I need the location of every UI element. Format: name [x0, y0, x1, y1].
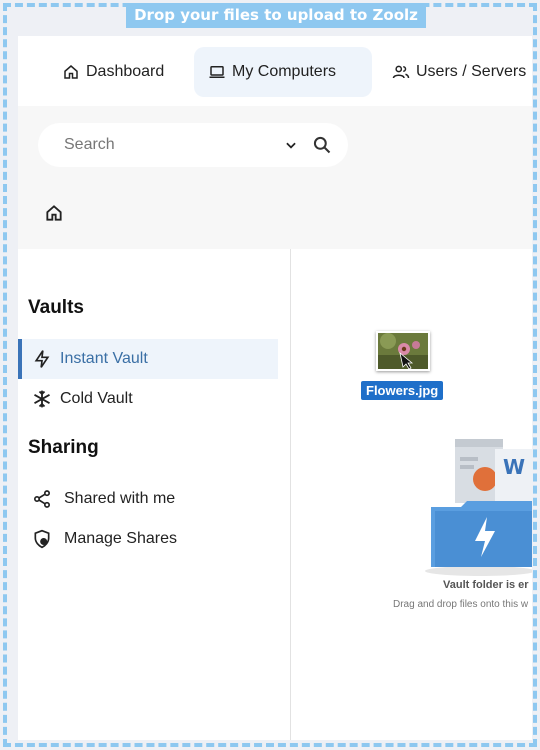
search-area: [18, 106, 532, 249]
sidebar-item-label: Manage Shares: [64, 530, 177, 547]
search-box: [38, 123, 348, 167]
sidebar-item-shared-with-me[interactable]: Shared with me: [18, 479, 278, 519]
dragged-file-thumbnail: [376, 331, 430, 371]
dragged-file-name: Flowers.jpg: [361, 381, 444, 400]
tab-my-computers-label: My Computers: [232, 63, 337, 80]
share-icon: [34, 490, 50, 508]
sidebar-item-label: Instant Vault: [60, 350, 148, 367]
sidebar-item-instant-vault[interactable]: Instant Vault: [18, 339, 278, 379]
sidebar-item-cold-vault[interactable]: Cold Vault: [18, 379, 278, 419]
sidebar-item-manage-shares[interactable]: Manage Shares: [18, 519, 278, 559]
flower-image: [378, 333, 428, 369]
users-icon: [392, 65, 410, 79]
laptop-icon: [209, 66, 225, 78]
search-icon[interactable]: [312, 135, 332, 155]
sidebar-item-label: Cold Vault: [60, 390, 133, 407]
empty-state-title: Vault folder is er: [443, 579, 529, 591]
shield-icon: [34, 529, 50, 549]
tab-users-servers[interactable]: Users / Servers: [378, 47, 532, 97]
chevron-down-icon[interactable]: [284, 138, 298, 152]
sharing-title: Sharing: [28, 437, 99, 458]
tab-users-servers-label: Users / Servers: [416, 63, 527, 80]
drop-banner: Drop your files to upload to Zoolz: [126, 3, 426, 28]
empty-folder-illustration: W: [425, 439, 532, 576]
search-input[interactable]: [62, 135, 284, 155]
app-window: Dashboard My Computers Users / Servers S…: [18, 36, 532, 740]
main-content: Flowers.jpg W Vault folder is er Drag an…: [291, 249, 532, 740]
sidebar: Vaults Instant Vault Cold Vault Sharing …: [18, 249, 291, 740]
tab-dashboard-label: Dashboard: [86, 63, 165, 80]
lightning-icon: [34, 350, 50, 368]
breadcrumb-home-icon[interactable]: [44, 203, 64, 223]
sidebar-item-label: Shared with me: [64, 490, 176, 507]
home-icon: [64, 65, 78, 79]
top-nav: Dashboard My Computers Users / Servers: [18, 36, 532, 106]
empty-state-subtitle: Drag and drop files onto this w: [393, 599, 529, 610]
svg-text:W: W: [503, 455, 525, 479]
tab-dashboard[interactable]: Dashboard: [48, 47, 178, 97]
vaults-title: Vaults: [28, 297, 84, 318]
tab-my-computers[interactable]: My Computers: [194, 47, 372, 97]
snowflake-icon: [34, 390, 50, 408]
